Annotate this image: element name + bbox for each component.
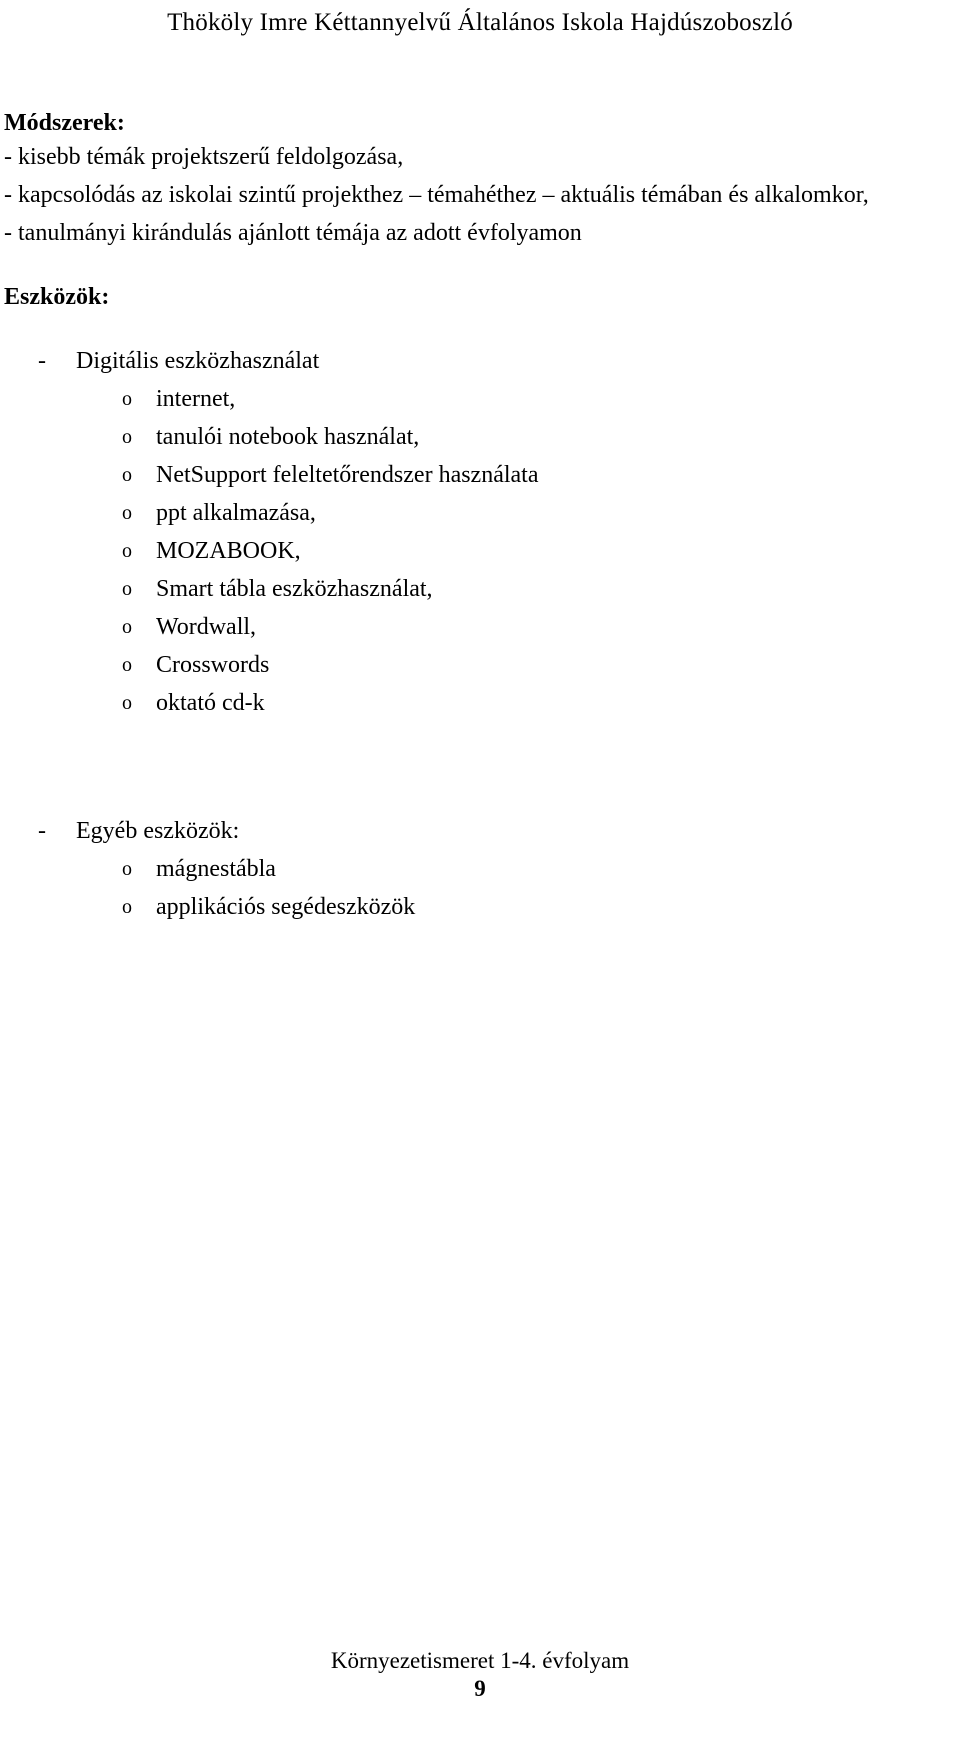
list-item: o Smart tábla eszközhasználat, [0,570,960,608]
list-item-label: NetSupport feleltetőrendszer használata [156,462,539,488]
list-item: o MOZABOOK, [0,532,960,570]
circle-marker-icon: o [122,654,132,676]
list-item-label: ppt alkalmazása, [156,500,316,526]
list-item-label: Smart tábla eszközhasználat, [156,576,433,602]
circle-marker-icon: o [122,692,132,714]
list-item-label: Wordwall, [156,614,257,640]
tools-heading-spacer [0,312,960,342]
circle-marker-icon: o [122,426,132,448]
methods-list-item: - tanulmányi kirándulás ajánlott témája … [4,220,582,246]
list-item: o ppt alkalmazása, [0,494,960,532]
circle-marker-icon: o [122,464,132,486]
list-item-label: MOZABOOK, [156,538,301,564]
footer-subject: Környezetismeret 1-4. évfolyam [330,1648,630,1673]
tools-group-label: Egyéb eszközök: [76,818,240,844]
list-item-label: internet, [156,386,236,412]
circle-marker-icon: o [122,388,132,410]
tools-group-label: Digitális eszközhasználat [76,348,320,374]
list-item: o internet, [0,380,960,418]
circle-marker-icon: o [122,502,132,524]
dash-marker-icon: - [38,818,46,844]
circle-marker-icon: o [122,858,132,880]
tools-group-label-row: - Digitális eszközhasználat [0,342,960,380]
page-footer: Környezetismeret 1-4. évfolyam 9 [0,1647,960,1703]
list-item-label: mágnestábla [156,856,276,882]
methods-list: - kisebb témák projektszerű feldolgozása… [0,138,960,252]
tools-heading: Eszközök: [4,284,110,310]
list-item-label: tanulói notebook használat, [156,424,420,450]
list-item: o oktató cd-k [0,684,960,722]
circle-marker-icon: o [122,616,132,638]
circle-marker-icon: o [122,896,132,918]
tools-sublist-other: o mágnestábla o applikációs segédeszközö… [0,850,960,926]
page-body: Módszerek: - kisebb témák projektszerű f… [0,108,960,926]
list-item: o mágnestábla [0,850,960,888]
list-item-label: oktató cd-k [156,690,265,716]
tools-group-digital: - Digitális eszközhasználat [0,342,960,380]
dash-marker-icon: - [38,348,46,374]
list-item: o applikációs segédeszközök [0,888,960,926]
tools-group-label-row: - Egyéb eszközök: [0,812,960,850]
tools-sublist-digital: o internet, o tanulói notebook használat… [0,380,960,722]
running-header: Thököly Imre Kéttannyelvű Általános Isko… [167,9,793,36]
tools-group-other: - Egyéb eszközök: [0,812,960,850]
methods-list-item: - kisebb témák projektszerű feldolgozása… [4,144,404,170]
methods-list-item: - kapcsolódás az iskolai szintű projekth… [4,182,869,208]
circle-marker-icon: o [122,578,132,600]
group-spacer-extra [0,782,960,812]
circle-marker-icon: o [122,540,132,562]
list-item: o Wordwall, [0,608,960,646]
list-item: o tanulói notebook használat, [0,418,960,456]
document-page: Thököly Imre Kéttannyelvű Általános Isko… [0,0,960,1741]
list-item-label: applikációs segédeszközök [156,894,416,920]
page-number: 9 [474,1676,486,1701]
list-item: o Crosswords [0,646,960,684]
methods-heading: Módszerek: [4,110,125,136]
list-item: o NetSupport feleltetőrendszer használat… [0,456,960,494]
list-item-label: Crosswords [156,652,270,678]
